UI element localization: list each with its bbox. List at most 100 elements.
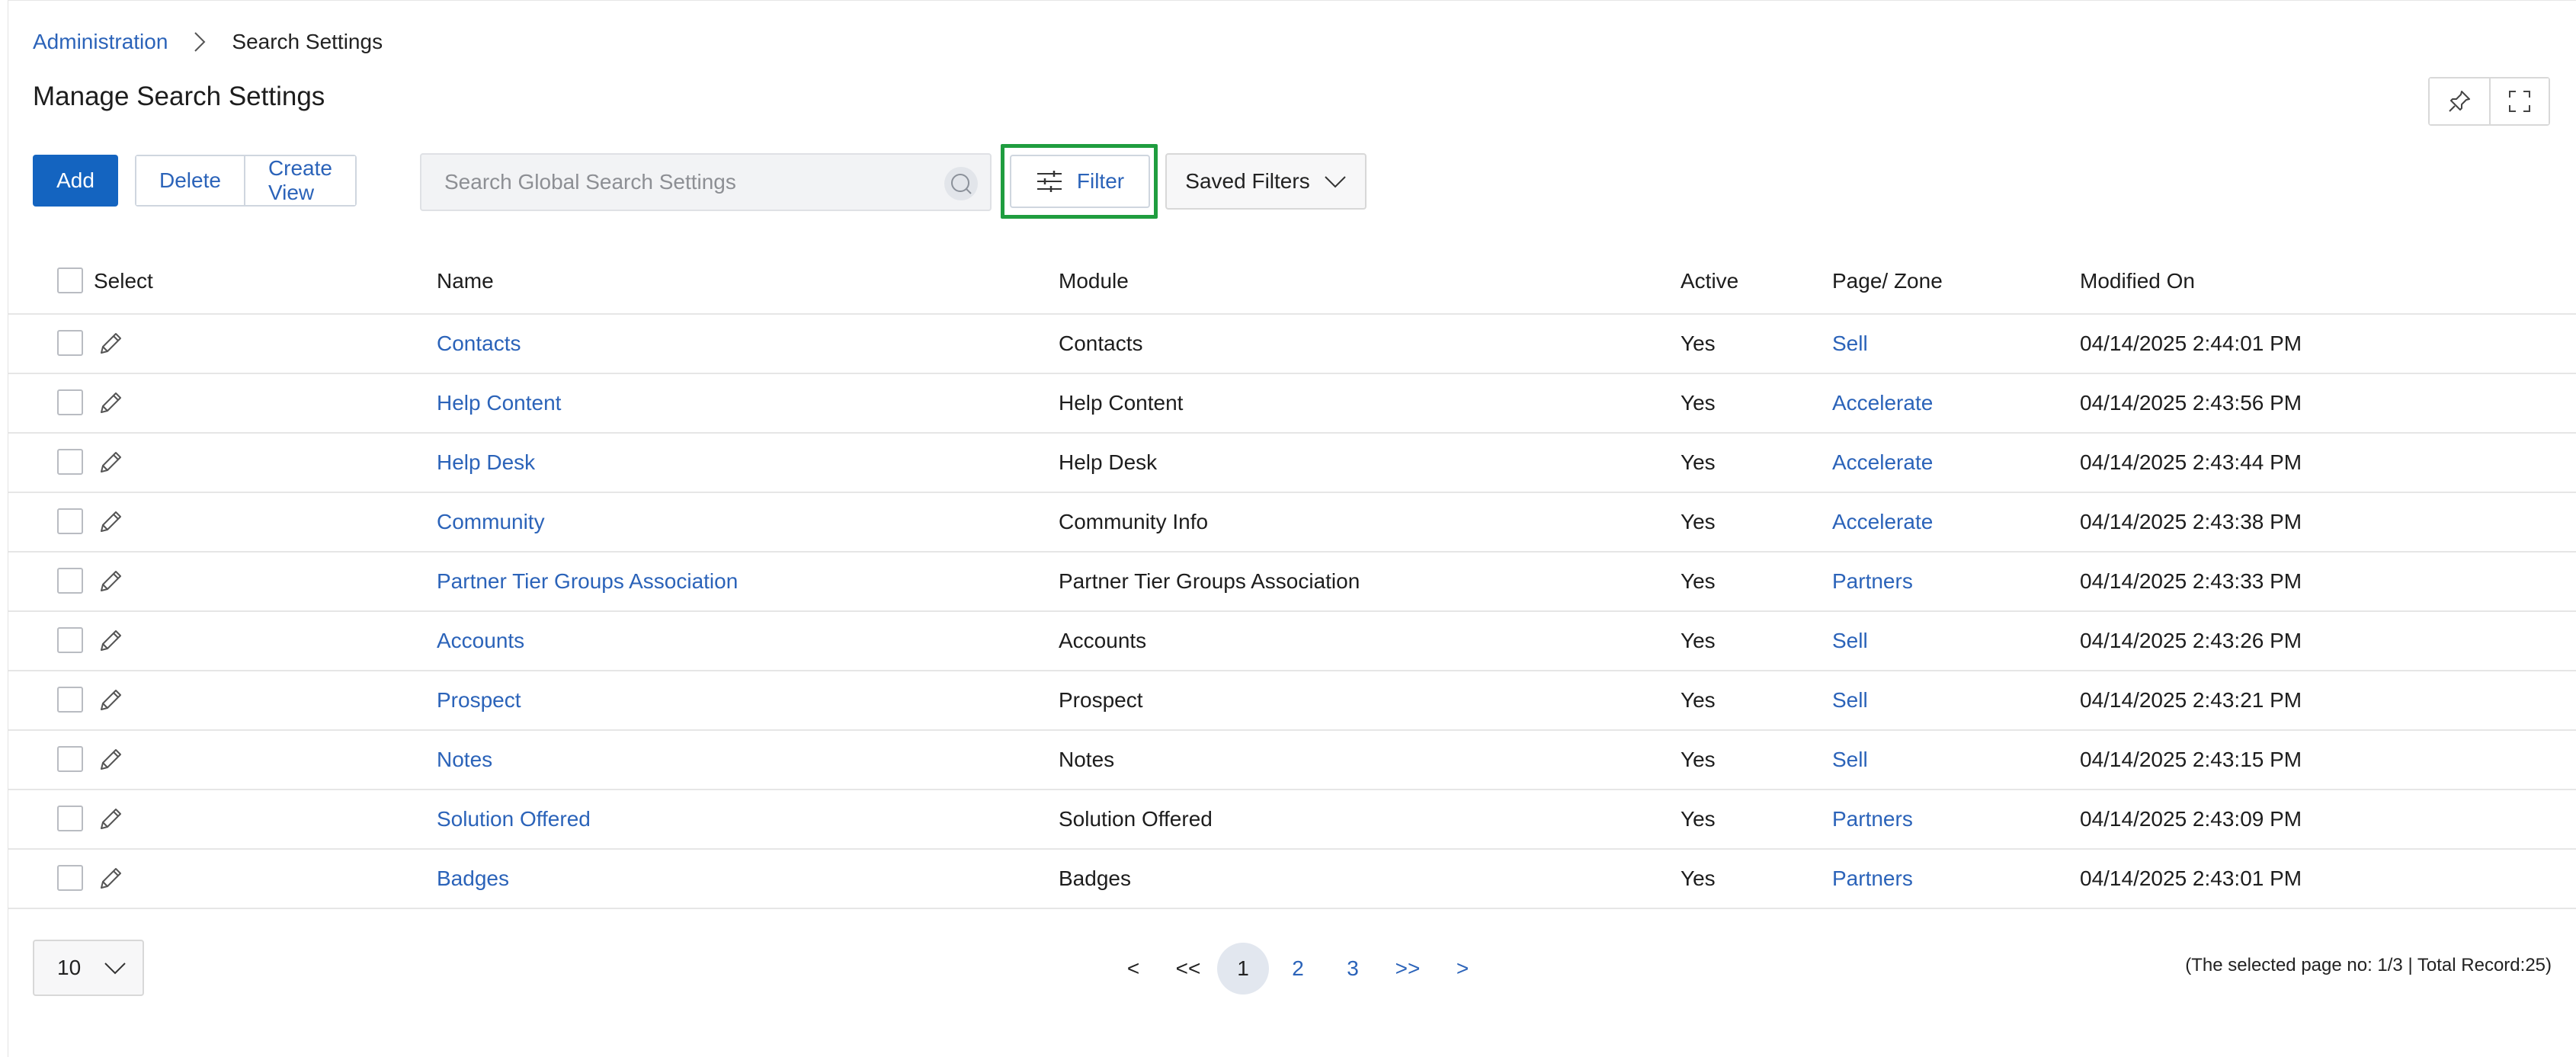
cell-name[interactable]: Partner Tier Groups Association <box>437 553 738 610</box>
page-size-select[interactable]: 10 <box>33 940 144 996</box>
chevron-down-icon <box>1324 176 1346 188</box>
table-row: Help Desk Help Desk Yes Accelerate 04/14/202… <box>8 434 2576 493</box>
delete-button[interactable]: Delete <box>136 156 244 205</box>
cell-name[interactable]: Prospect <box>437 671 521 729</box>
pencil-icon[interactable] <box>95 863 126 894</box>
cell-modified: 04/14/2025 2:43:56 PM <box>2080 391 2302 415</box>
cell-zone[interactable]: Partners <box>1832 790 1913 848</box>
cell-name[interactable]: Solution Offered <box>437 790 591 848</box>
table-row: Help Content Help Content Yes Accelerate 04/… <box>8 374 2576 434</box>
row-checkbox[interactable] <box>57 568 83 594</box>
cell-zone[interactable]: Accelerate <box>1832 374 1933 432</box>
column-header-module[interactable]: Module <box>1059 249 1129 313</box>
cell-name[interactable]: Help Content <box>437 374 561 432</box>
cell-name[interactable]: Help Desk <box>437 434 535 492</box>
cell-active: Yes <box>1680 866 1716 890</box>
table-row: Contacts Contacts Yes Sell 04/14/2025 2:44:0… <box>8 315 2576 374</box>
table-row: Prospect Prospect Yes Sell 04/14/2025 2:43:2… <box>8 671 2576 731</box>
next-page-button[interactable]: > <box>1435 941 1490 996</box>
chevron-right-icon <box>187 30 212 54</box>
cell-active: Yes <box>1680 688 1716 712</box>
pencil-icon[interactable] <box>95 745 126 775</box>
cell-zone[interactable]: Sell <box>1832 671 1868 729</box>
search-input[interactable] <box>444 170 932 194</box>
cell-zone[interactable]: Sell <box>1832 731 1868 789</box>
table-row: Community Community Info Yes Accelerate 04/1… <box>8 493 2576 553</box>
pencil-icon[interactable] <box>95 447 126 478</box>
cell-active: Yes <box>1680 569 1716 593</box>
column-header-modified[interactable]: Modified On <box>2080 249 2195 313</box>
pencil-icon[interactable] <box>95 566 126 597</box>
row-checkbox[interactable] <box>57 627 83 653</box>
page-3-button[interactable]: 3 <box>1325 941 1380 996</box>
pencil-icon[interactable] <box>95 804 126 834</box>
pencil-icon[interactable] <box>95 685 126 716</box>
cell-active: Yes <box>1680 450 1716 474</box>
cell-name[interactable]: Contacts <box>437 315 521 373</box>
cell-active: Yes <box>1680 391 1716 415</box>
add-button[interactable]: Add <box>33 155 118 207</box>
pencil-icon[interactable] <box>95 388 126 418</box>
column-header-active[interactable]: Active <box>1680 249 1738 313</box>
column-header-name[interactable]: Name <box>437 249 494 313</box>
cell-zone[interactable]: Sell <box>1832 315 1868 373</box>
saved-filters-label: Saved Filters <box>1185 169 1310 193</box>
filter-button[interactable]: Filter <box>1010 155 1150 208</box>
cell-name[interactable]: Accounts <box>437 612 524 670</box>
cell-modified: 04/14/2025 2:43:15 PM <box>2080 748 2302 771</box>
last-page-button[interactable]: >> <box>1380 941 1435 996</box>
row-checkbox[interactable] <box>57 449 83 475</box>
page-1-button[interactable]: 1 <box>1217 943 1269 995</box>
cell-zone[interactable]: Sell <box>1832 612 1868 670</box>
table-row: Notes Notes Yes Sell 04/14/2025 2:43:15 PM <box>8 731 2576 790</box>
cell-name[interactable]: Community <box>437 493 545 551</box>
saved-filters-dropdown[interactable]: Saved Filters <box>1165 153 1366 210</box>
cell-zone[interactable]: Accelerate <box>1832 434 1933 492</box>
first-page-button[interactable]: << <box>1161 941 1216 996</box>
cell-name[interactable]: Badges <box>437 850 509 908</box>
breadcrumb-administration-link[interactable]: Administration <box>33 30 168 54</box>
column-header-select: Select <box>94 269 153 293</box>
cell-name[interactable]: Notes <box>437 731 492 789</box>
row-checkbox[interactable] <box>57 389 83 415</box>
row-checkbox[interactable] <box>57 806 83 831</box>
cell-active: Yes <box>1680 510 1716 533</box>
row-checkbox[interactable] <box>57 865 83 891</box>
fullscreen-button[interactable] <box>2489 78 2549 124</box>
cell-modified: 04/14/2025 2:43:09 PM <box>2080 807 2302 831</box>
cell-module: Prospect <box>1059 688 1143 712</box>
cell-zone[interactable]: Partners <box>1832 850 1913 908</box>
manage-search-settings-page: Administration Search Settings Manage Se… <box>8 0 2576 1057</box>
column-header-zone[interactable]: Page/ Zone <box>1832 249 1943 313</box>
row-checkbox[interactable] <box>57 746 83 772</box>
row-checkbox[interactable] <box>57 508 83 534</box>
pin-button[interactable] <box>2430 78 2489 124</box>
page-2-button[interactable]: 2 <box>1270 941 1325 996</box>
table-row: Partner Tier Groups Association Partner T… <box>8 553 2576 612</box>
create-view-button[interactable]: Create View <box>243 156 355 205</box>
sliders-icon <box>1036 171 1062 192</box>
cell-modified: 04/14/2025 2:43:26 PM <box>2080 629 2302 652</box>
cell-active: Yes <box>1680 748 1716 771</box>
search-icon <box>951 174 972 194</box>
cell-zone[interactable]: Partners <box>1832 553 1913 610</box>
cell-modified: 04/14/2025 2:43:33 PM <box>2080 569 2302 593</box>
pin-icon <box>2449 91 2470 112</box>
cell-module: Help Content <box>1059 391 1184 415</box>
action-button-group: Delete Create View <box>135 155 357 207</box>
pencil-icon[interactable] <box>95 626 126 656</box>
prev-page-button[interactable]: < <box>1106 941 1161 996</box>
cell-module: Help Desk <box>1059 450 1158 474</box>
select-all-checkbox[interactable] <box>57 267 83 293</box>
row-checkbox[interactable] <box>57 330 83 356</box>
cell-active: Yes <box>1680 332 1716 355</box>
filter-label: Filter <box>1076 169 1125 193</box>
pencil-icon[interactable] <box>95 507 126 537</box>
cell-modified: 04/14/2025 2:43:38 PM <box>2080 510 2302 533</box>
pencil-icon[interactable] <box>95 328 126 359</box>
cell-zone[interactable]: Accelerate <box>1832 493 1933 551</box>
search-button[interactable] <box>944 167 978 200</box>
row-checkbox[interactable] <box>57 687 83 713</box>
breadcrumb: Administration Search Settings <box>33 27 383 57</box>
page-size-value: 10 <box>57 956 82 979</box>
